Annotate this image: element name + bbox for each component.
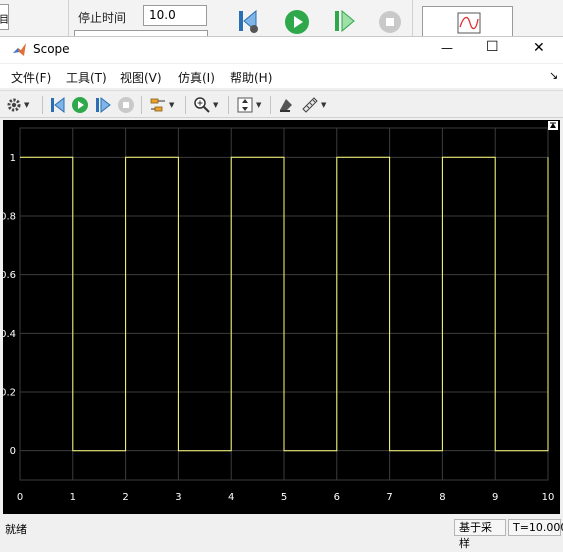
toolbar-divider xyxy=(42,96,43,114)
x-tick-label: 1 xyxy=(70,492,76,503)
y-tick-label: 0.8 xyxy=(3,212,16,223)
run-icon[interactable] xyxy=(284,9,310,35)
signal-trace xyxy=(20,156,549,452)
chevron-down-icon: ▼ xyxy=(213,101,219,109)
step-back-icon xyxy=(51,96,65,114)
chevron-down-icon: ▼ xyxy=(24,101,30,109)
x-tick-label: 6 xyxy=(334,492,340,503)
x-tick-label: 8 xyxy=(439,492,445,503)
plot-area: 0 1 2 3 4 5 6 7 8 9 10 0 0.2 0.4 0.6 0.8 1 xyxy=(0,120,560,514)
menu-bar: 文件(F) 工具(T) 视图(V) 仿真(I) 帮助(H) ↘ xyxy=(0,64,563,88)
autoscale-button[interactable]: ▼ xyxy=(236,95,261,115)
close-button[interactable]: ✕ xyxy=(533,40,545,56)
stop-time-input[interactable]: 10.0 xyxy=(143,5,207,26)
step-back-button[interactable] xyxy=(49,95,67,115)
y-tick-label: 0 xyxy=(10,446,16,457)
y-tick-labels: 0 0.2 0.4 0.6 0.8 1 xyxy=(0,153,16,457)
highlight-icon xyxy=(280,99,292,112)
y-tick-label: 0.2 xyxy=(3,388,16,399)
x-tick-label: 10 xyxy=(542,492,555,503)
y-tick-label: 0.4 xyxy=(3,329,16,340)
toolbar-divider xyxy=(228,96,229,114)
scope-library-button[interactable] xyxy=(422,6,513,36)
dock-arrow-icon[interactable]: ↘ xyxy=(549,69,558,82)
menu-file[interactable]: 文件(F) xyxy=(11,69,51,86)
x-tick-label: 0 xyxy=(17,492,23,503)
simulation-time: T=10.000 xyxy=(508,519,563,536)
x-tick-label: 2 xyxy=(122,492,128,503)
step-forward-icon xyxy=(96,96,111,114)
toolbar-divider xyxy=(68,0,69,36)
chevron-down-icon: ▼ xyxy=(169,101,175,109)
zoom-in-icon xyxy=(194,97,210,113)
stop-time-label: 停止时间 xyxy=(78,11,127,25)
measure-ruler-icon xyxy=(302,97,318,113)
x-tick-label: 7 xyxy=(386,492,392,503)
step-forward-icon[interactable] xyxy=(332,9,358,35)
chevron-down-icon: ▼ xyxy=(256,101,262,109)
step-forward-button[interactable] xyxy=(94,95,112,115)
toolbar-divider xyxy=(141,96,142,114)
scope-window: Scope — ☐ ✕ 文件(F) 工具(T) 视图(V) 仿真(I) 帮助(H… xyxy=(0,36,563,550)
menu-simulation[interactable]: 仿真(I) xyxy=(178,69,215,86)
minimize-button[interactable]: — xyxy=(441,41,453,55)
sampling-mode: 基于采样 xyxy=(454,519,506,550)
run-icon xyxy=(72,97,88,113)
scope-plot[interactable]: 0 1 2 3 4 5 6 7 8 9 10 0 0.2 0.4 0.6 0.8 1 xyxy=(0,120,560,514)
toolbar-divider xyxy=(412,0,413,36)
menu-help[interactable]: 帮助(H) xyxy=(230,69,272,86)
y-tick-label: 1 xyxy=(10,153,16,164)
highlight-button[interactable] xyxy=(277,95,295,115)
signal-tools-icon xyxy=(150,98,165,112)
zoom-button[interactable]: ▼ xyxy=(193,95,218,115)
x-tick-label: 5 xyxy=(281,492,287,503)
stop-button[interactable] xyxy=(117,95,135,115)
x-tick-label: 9 xyxy=(492,492,498,503)
stop-icon xyxy=(118,97,134,113)
signal-tools-button[interactable]: ▼ xyxy=(149,95,174,115)
x-tick-label: 4 xyxy=(228,492,234,503)
x-tick-labels: 0 1 2 3 4 5 6 7 8 9 10 xyxy=(17,492,555,503)
y-tick-label: 0.6 xyxy=(3,270,16,281)
matlab-logo-icon xyxy=(13,43,26,56)
status-bar: 就绪 基于采样 T=10.000 xyxy=(0,517,563,550)
menu-tools[interactable]: 工具(T) xyxy=(66,69,107,86)
menu-view[interactable]: 视图(V) xyxy=(120,69,162,86)
measurement-button[interactable]: ▼ xyxy=(301,95,326,115)
x-tick-label: 3 xyxy=(175,492,181,503)
chevron-down-icon: ▼ xyxy=(321,101,327,109)
settings-icon xyxy=(7,98,21,112)
status-text: 就绪 xyxy=(5,523,27,536)
toolbar-divider xyxy=(270,96,271,114)
model-browser-tab[interactable]: 目 xyxy=(0,4,9,30)
grid-icon: 目 xyxy=(0,15,9,26)
title-bar: Scope — ☐ ✕ xyxy=(0,37,563,63)
maximize-button[interactable]: ☐ xyxy=(486,39,499,55)
expand-axes-button[interactable] xyxy=(548,121,558,130)
run-button[interactable] xyxy=(71,95,89,115)
background-toolbar: 目 停止时间 10.0 xyxy=(0,0,563,38)
window-title: Scope xyxy=(33,42,70,56)
settings-button[interactable]: ▼ xyxy=(6,95,29,115)
stop-icon[interactable] xyxy=(378,10,402,34)
autoscale-icon xyxy=(237,97,253,113)
scope-thumbnail-icon xyxy=(457,12,481,34)
toolbar-divider xyxy=(185,96,186,114)
scope-toolbar: ▼ ▼ ▼ ▼ ▼ xyxy=(0,90,563,118)
step-back-icon[interactable] xyxy=(236,9,262,35)
